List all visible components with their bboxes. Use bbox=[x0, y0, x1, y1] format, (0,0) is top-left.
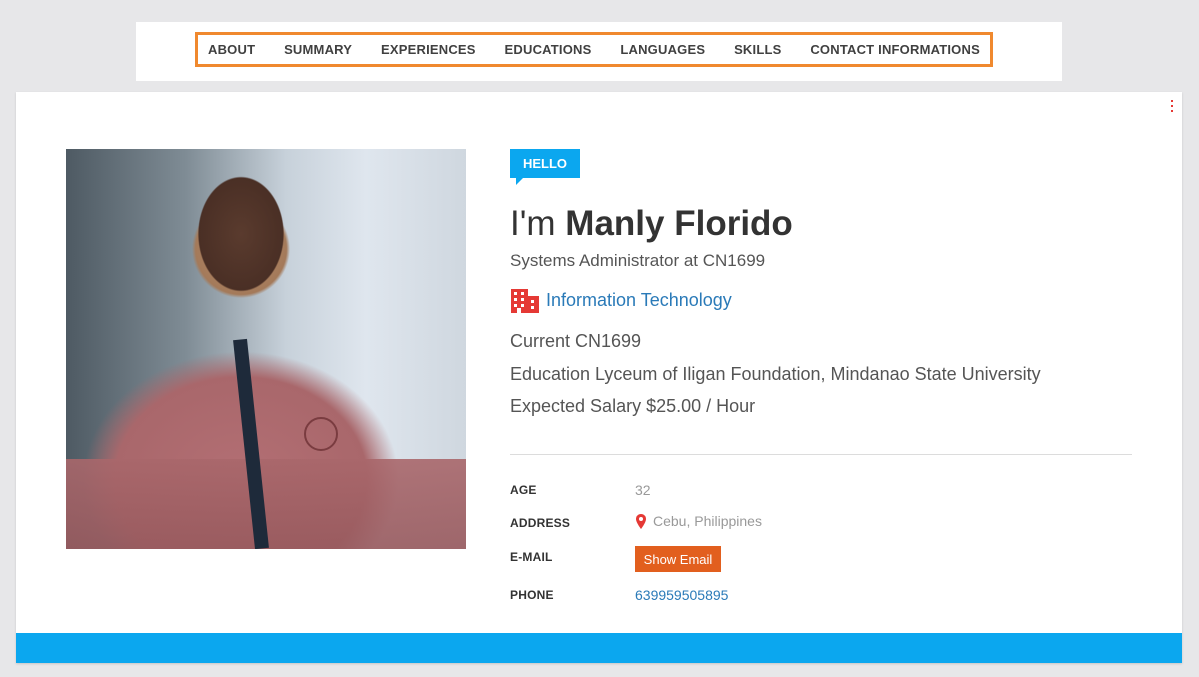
phone-link[interactable]: 639959505895 bbox=[635, 587, 728, 603]
vertical-dots-icon[interactable] bbox=[1170, 100, 1174, 112]
section-nav: ABOUT SUMMARY EXPERIENCES EDUCATIONS LAN… bbox=[195, 32, 993, 67]
nav-contact-informations[interactable]: CONTACT INFORMATIONS bbox=[810, 42, 980, 57]
person-name: Manly Florido bbox=[565, 204, 793, 243]
phone-label: PHONE bbox=[510, 588, 554, 602]
nav-summary[interactable]: SUMMARY bbox=[284, 42, 352, 57]
expected-salary: Expected Salary $25.00 / Hour bbox=[510, 396, 756, 416]
address-label: ADDRESS bbox=[510, 516, 571, 530]
address-value: Cebu, Philippines bbox=[635, 513, 762, 529]
address-text: Cebu, Philippines bbox=[653, 513, 762, 529]
age-label: AGE bbox=[510, 483, 537, 497]
nav-educations[interactable]: EDUCATIONS bbox=[505, 42, 592, 57]
age-value: 32 bbox=[635, 482, 651, 498]
industry-row: Information Technology bbox=[510, 286, 732, 314]
job-title: Systems Administrator at CN1699 bbox=[510, 251, 766, 270]
hello-badge: HELLO bbox=[510, 149, 580, 185]
education-line: Education Lyceum of Iligan Foundation, M… bbox=[510, 364, 1041, 384]
intro-prefix: I'm bbox=[510, 204, 566, 243]
industry-link[interactable]: Information Technology bbox=[546, 290, 732, 311]
footer-accent-bar bbox=[16, 633, 1182, 663]
top-navigation-bar: ABOUT SUMMARY EXPERIENCES EDUCATIONS LAN… bbox=[136, 22, 1062, 81]
current-employer: Current CN1699 bbox=[510, 331, 642, 351]
nav-experiences[interactable]: EXPERIENCES bbox=[381, 42, 476, 57]
nav-about[interactable]: ABOUT bbox=[208, 42, 255, 57]
show-email-button[interactable]: Show Email bbox=[635, 546, 721, 572]
profile-card: HELLO I'm Manly Florido Systems Administ… bbox=[16, 92, 1182, 663]
divider bbox=[510, 454, 1132, 455]
profile-photo bbox=[66, 149, 466, 549]
building-icon bbox=[511, 289, 539, 313]
nav-skills[interactable]: SKILLS bbox=[734, 42, 781, 57]
email-label: E-MAIL bbox=[510, 550, 553, 564]
nav-languages[interactable]: LANGUAGES bbox=[620, 42, 705, 57]
profile-name: I'm Manly Florido bbox=[510, 204, 793, 244]
map-pin-icon bbox=[636, 513, 646, 529]
